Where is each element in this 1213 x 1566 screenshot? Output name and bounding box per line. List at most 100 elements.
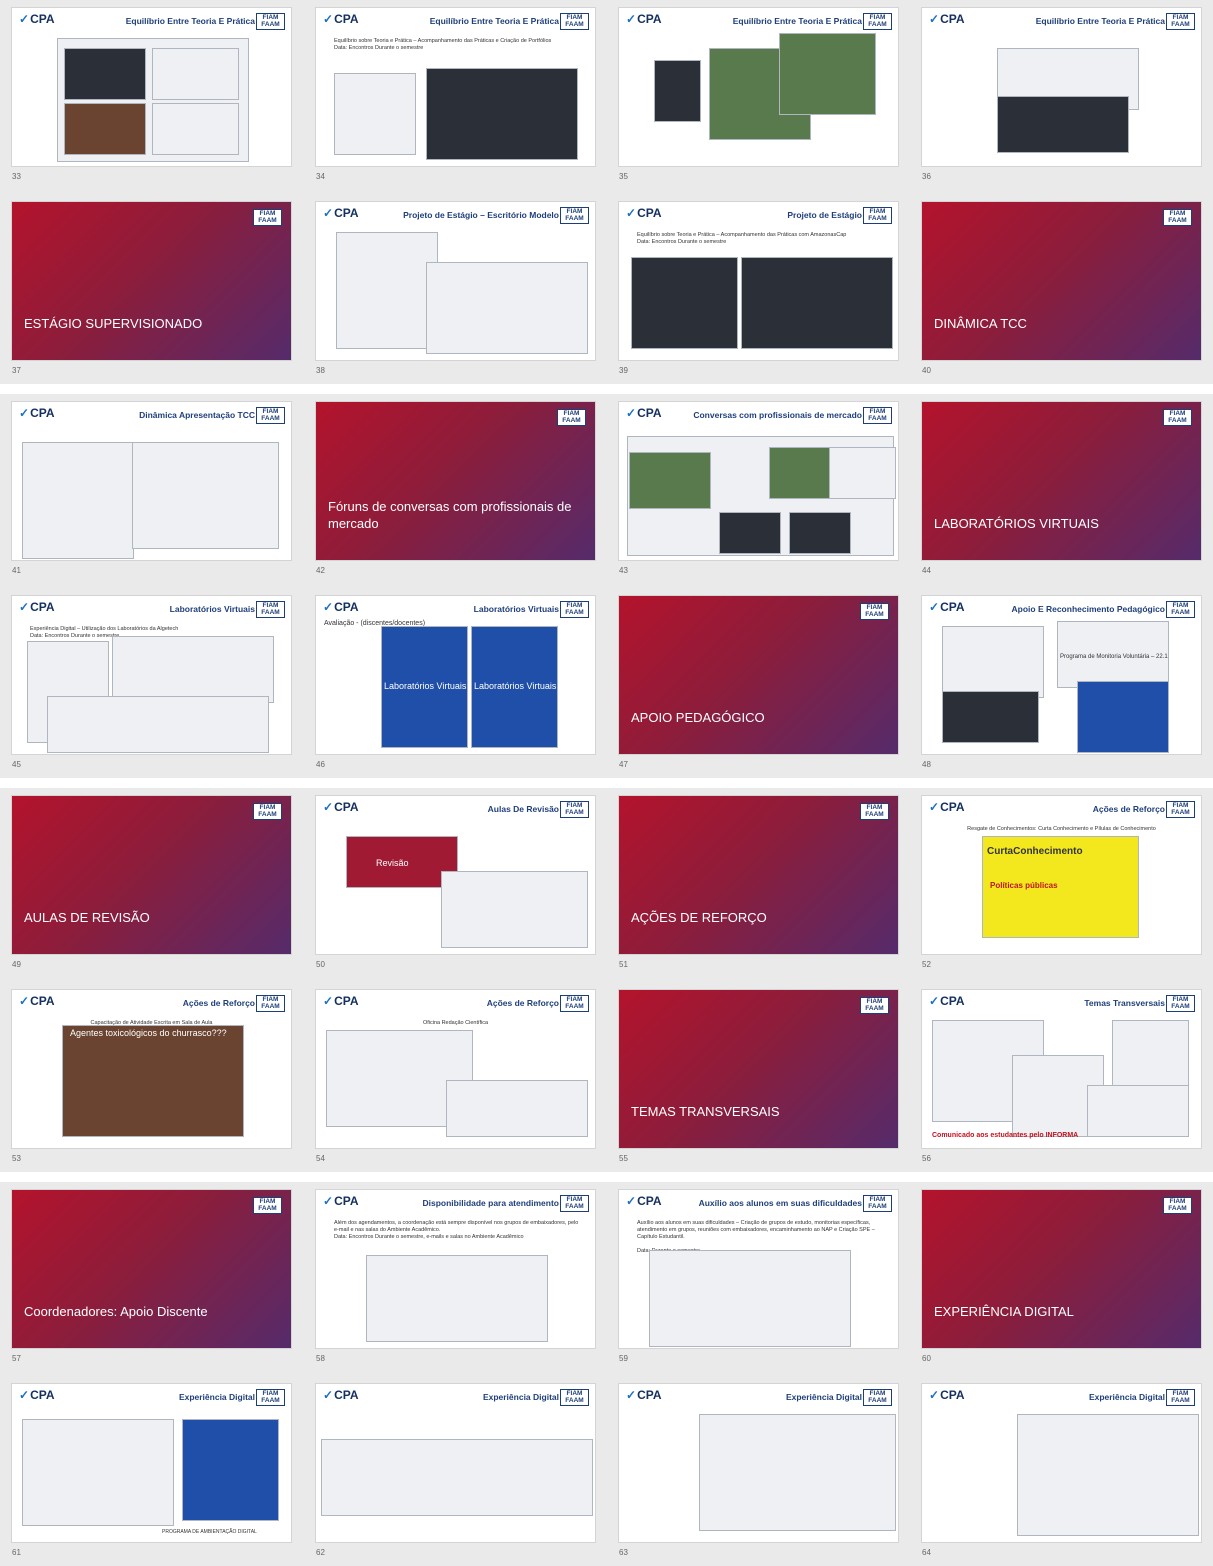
slide-thumbnail[interactable]: FIAM FAAM TEMAS TRANSVERSAIS (619, 990, 898, 1148)
slide-image (112, 636, 274, 703)
slide-thumbnail[interactable]: FIAM FAAM Fóruns de conversas com profissi… (316, 402, 595, 560)
logo-fiam-text: FIAM (259, 210, 276, 217)
slide-thumbnail[interactable]: ✓CPA Dinâmica Apresentação TCC FIAM FAAM (12, 402, 291, 560)
logo-fiam-text: FIAM (1169, 210, 1186, 217)
slide-thumbnail[interactable]: ✓CPA Equilíbrio Entre Teoria E Prática FIA… (316, 8, 595, 166)
cpa-logo: ✓CPA (323, 12, 359, 26)
cpa-logo: ✓CPA (626, 406, 662, 420)
slide-thumbnail[interactable]: ✓CPA Equilíbrio Entre Teoria E Prática FIA… (619, 8, 898, 166)
lesson-photo (62, 1025, 244, 1137)
cpa-check-icon: ✓ (19, 1388, 30, 1402)
slide-thumbnail[interactable]: ✓CPA Projeto de Estágio FIAM FAAM Equilíbrio… (619, 202, 898, 360)
cpa-check-icon: ✓ (626, 12, 637, 26)
cpa-logo-text: CPA (940, 994, 965, 1008)
fiam-faam-logo: FIAM FAAM (253, 209, 282, 226)
photo-collage (334, 73, 416, 155)
logo-fiam-text: FIAM (869, 1390, 886, 1397)
fiam-faam-logo: FIAM FAAM (557, 409, 586, 426)
slide-thumbnail[interactable]: ✓CPA Ações de Reforço FIAM FAAM Capacitação … (12, 990, 291, 1148)
image-caption: Revisão (376, 858, 409, 868)
slide-number: 43 (619, 566, 628, 575)
slide-thumbnail[interactable]: ✓CPA Disponibilidade para atendimento FIAM… (316, 1190, 595, 1348)
cpa-check-icon: ✓ (323, 206, 334, 220)
slide-thumbnail[interactable]: ✓CPA Projeto de Estágio – Escritório Mode… (316, 202, 595, 360)
slide-number: 54 (316, 1154, 325, 1163)
slide-thumbnail[interactable]: ✓CPA Conversas com profissionais de merca… (619, 402, 898, 560)
fiam-faam-logo: FIAM FAAM (253, 803, 282, 820)
fiam-faam-logo: FIAM FAAM (256, 13, 285, 30)
slide-title: Auxílio aos alunos em suas dificuldades (698, 1198, 862, 1208)
logo-fiam-text: FIAM (1169, 410, 1186, 417)
logo-fiam-text: FIAM (1172, 602, 1189, 609)
section-title: ESTÁGIO SUPERVISIONADO (24, 316, 203, 331)
slide-number: 44 (922, 566, 931, 575)
slide-number: 41 (12, 566, 21, 575)
cpa-logo-text: CPA (334, 800, 359, 814)
logo-faam-text: FAAM (1168, 417, 1187, 424)
slide-image (1087, 1085, 1189, 1137)
slide-thumbnail[interactable]: ✓CPA Apoio E Reconhecimento Pedagógico FIA… (922, 596, 1201, 754)
slide-thumbnail[interactable]: ✓CPA Experiência Digital FIAM FAAM PROGRAMA … (12, 1384, 291, 1542)
slide-thumbnail[interactable]: FIAM FAAM Coordenadores: Apoio Discente (12, 1190, 291, 1348)
logo-faam-text: FAAM (258, 217, 277, 224)
logo-faam-text: FAAM (1171, 1397, 1190, 1404)
slide-thumbnail[interactable]: ✓CPA Experiência Digital FIAM FAAM (922, 1384, 1201, 1542)
slide-thumbnail[interactable]: FIAM FAAM LABORATÓRIOS VIRTUAIS (922, 402, 1201, 560)
logo-fiam-text: FIAM (259, 804, 276, 811)
cpa-logo: ✓CPA (19, 994, 55, 1008)
fiam-faam-logo: FIAM FAAM (560, 1195, 589, 1212)
cpa-logo: ✓CPA (929, 1388, 965, 1402)
fiam-faam-logo: FIAM FAAM (1163, 409, 1192, 426)
flyer (1077, 681, 1169, 753)
slide-thumbnail[interactable]: ✓CPA Laboratórios Virtuais FIAM FAAM Avaliaç… (316, 596, 595, 754)
fiam-faam-logo: FIAM FAAM (560, 13, 589, 30)
slide-thumbnail[interactable]: ✓CPA Auxílio aos alunos em suas dificulda… (619, 1190, 898, 1348)
portal-screenshot (699, 1414, 896, 1531)
slide-thumbnail[interactable]: ✓CPA Experiência Digital FIAM FAAM (316, 1384, 595, 1542)
slide-thumbnail[interactable]: FIAM FAAM ESTÁGIO SUPERVISIONADO (12, 202, 291, 360)
cpa-check-icon: ✓ (323, 800, 334, 814)
slide-title: Aulas De Revisão (487, 804, 559, 814)
slide-title: Dinâmica Apresentação TCC (139, 410, 255, 420)
cpa-logo-text: CPA (940, 1388, 965, 1402)
logo-fiam-text: FIAM (262, 602, 279, 609)
slide-thumbnail[interactable]: ✓CPA Experiência Digital FIAM FAAM (619, 1384, 898, 1542)
slide-number: 63 (619, 1548, 628, 1557)
slide-thumbnail[interactable]: FIAM FAAM APOIO PEDAGÓGICO (619, 596, 898, 754)
slide-number: 35 (619, 172, 628, 181)
section-title: Fóruns de conversas com profissionais de… (328, 499, 572, 531)
section-title: AULAS DE REVISÃO (24, 910, 150, 925)
slide-thumbnail[interactable]: FIAM FAAM AÇÕES DE REFORÇO (619, 796, 898, 954)
logo-fiam-text: FIAM (1172, 802, 1189, 809)
slide-thumbnail[interactable]: ✓CPA Laboratórios Virtuais FIAM FAAM Experiê… (12, 596, 291, 754)
slide-thumbnail[interactable]: ✓CPA Temas Transversais FIAM FAAM Comunicado… (922, 990, 1201, 1148)
screenshots (132, 442, 279, 549)
slide-image (769, 447, 831, 499)
slide-thumbnail[interactable]: FIAM FAAM EXPERIÊNCIA DIGITAL (922, 1190, 1201, 1348)
logo-faam-text: FAAM (868, 1397, 887, 1404)
slide-number: 49 (12, 960, 21, 969)
cpa-check-icon: ✓ (323, 12, 334, 26)
slide-thumbnail[interactable]: ✓CPA Ações de Reforço FIAM FAAM Resgate de C… (922, 796, 1201, 954)
slide-number: 64 (922, 1548, 931, 1557)
logo-faam-text: FAAM (261, 1003, 280, 1010)
slide-thumbnail[interactable]: ✓CPA Aulas De Revisão FIAM FAAM Revisão (316, 796, 595, 954)
cpa-check-icon: ✓ (929, 1388, 940, 1402)
fiam-faam-logo: FIAM FAAM (863, 207, 892, 224)
document (336, 232, 438, 349)
cpa-logo: ✓CPA (929, 12, 965, 26)
fiam-faam-logo: FIAM FAAM (560, 601, 589, 618)
slide-thumbnail[interactable]: ✓CPA Ações de Reforço FIAM FAAM Oficina Reda… (316, 990, 595, 1148)
slide-thumbnail[interactable]: FIAM FAAM AULAS DE REVISÃO (12, 796, 291, 954)
slide-title: Ações de Reforço (182, 998, 255, 1008)
cpa-logo: ✓CPA (323, 1388, 359, 1402)
fiam-faam-logo: FIAM FAAM (256, 407, 285, 424)
fiam-faam-logo: FIAM FAAM (863, 1389, 892, 1406)
fiam-faam-logo: FIAM FAAM (863, 1195, 892, 1212)
cpa-logo-text: CPA (30, 1388, 55, 1402)
logo-faam-text: FAAM (865, 1005, 884, 1012)
slide-thumbnail[interactable]: ✓CPA Equilíbrio Entre Teoria E Prática FIA… (922, 8, 1201, 166)
fiam-faam-logo: FIAM FAAM (253, 1197, 282, 1214)
slide-thumbnail[interactable]: ✓CPA Equilíbrio Entre Teoria E Prática FIA… (12, 8, 291, 166)
slide-thumbnail[interactable]: FIAM FAAM DINÂMICA TCC (922, 202, 1201, 360)
